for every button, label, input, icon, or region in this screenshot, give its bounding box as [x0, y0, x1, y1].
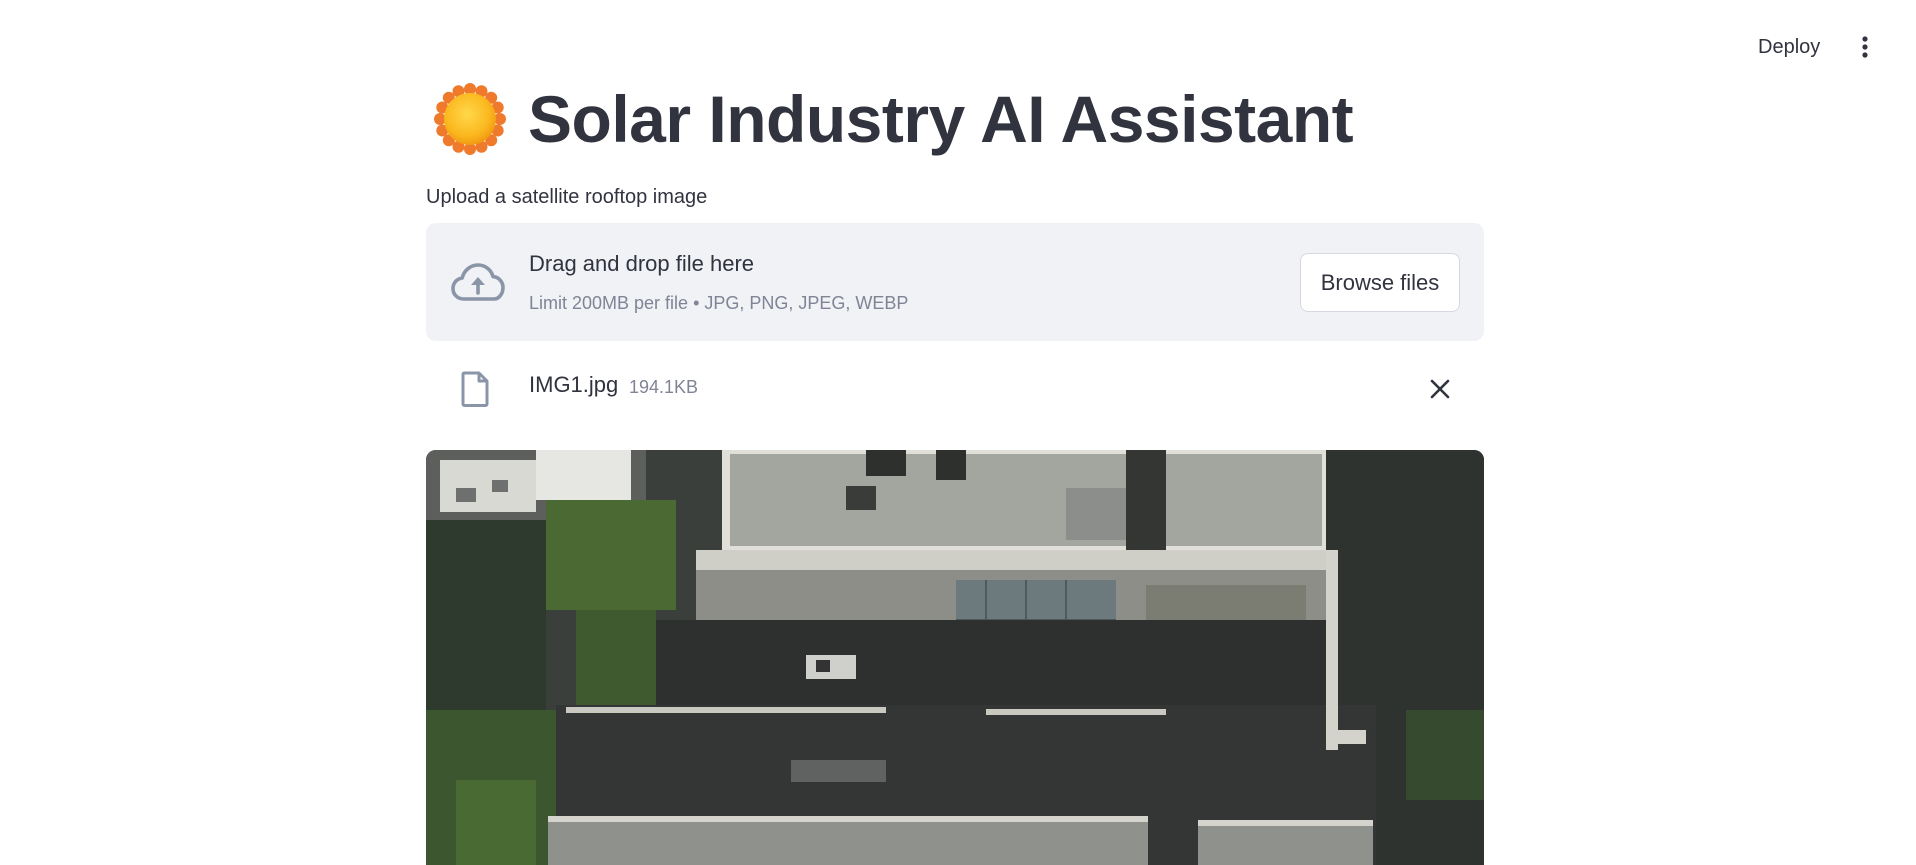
file-icon: [461, 371, 489, 407]
cloud-upload-icon: [451, 263, 505, 301]
file-name: IMG1.jpg: [529, 372, 619, 397]
satellite-rooftop-image: [426, 450, 1484, 865]
remove-file-button[interactable]: [1424, 373, 1456, 405]
deploy-button[interactable]: Deploy: [1746, 28, 1832, 66]
satellite-image-render: [426, 450, 1484, 865]
main-menu-button[interactable]: [1848, 30, 1882, 64]
page-title: Solar Industry AI Assistant: [528, 82, 1354, 156]
dropzone-limit-text: Limit 200MB per file • JPG, PNG, JPEG, W…: [529, 293, 909, 313]
sun-icon: [434, 83, 506, 155]
browse-files-button[interactable]: Browse files: [1300, 253, 1460, 312]
file-dropzone[interactable]: Drag and drop file here Limit 200MB per …: [426, 223, 1484, 341]
file-size: 194.1KB: [629, 377, 699, 397]
uploaded-file-item: IMG1.jpg 194.1KB: [426, 360, 1484, 416]
close-icon: [1430, 379, 1450, 399]
uploader-label: Upload a satellite rooftop image: [426, 186, 708, 208]
dropzone-instructions: Drag and drop file here: [529, 251, 755, 276]
vertical-dots-icon: [1862, 36, 1868, 58]
title-row: Solar Industry AI Assistant: [426, 76, 1354, 162]
